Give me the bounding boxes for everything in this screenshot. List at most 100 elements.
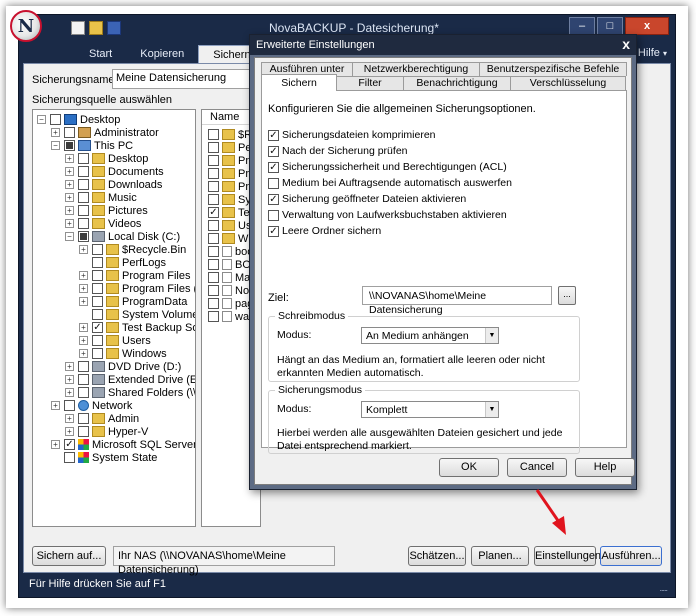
tree-checkbox[interactable] (78, 413, 89, 424)
option-row[interactable]: ✓ Nach der Sicherung prüfen (268, 145, 408, 157)
expand-icon[interactable]: + (65, 388, 74, 397)
tree-checkbox[interactable] (78, 361, 89, 372)
option-checkbox[interactable]: ✓ (268, 145, 279, 157)
list-checkbox[interactable]: ✓ (208, 207, 219, 218)
collapse-icon[interactable]: − (37, 115, 46, 124)
expand-icon[interactable]: + (65, 375, 74, 384)
tree-item[interactable]: + Documents (65, 165, 164, 178)
expand-icon[interactable]: + (79, 271, 88, 280)
list-checkbox[interactable] (208, 194, 219, 205)
backup-mode-select[interactable]: Komplett ▼ (361, 401, 499, 418)
tree-item[interactable]: + Network (51, 399, 132, 412)
new-file-icon[interactable] (71, 21, 85, 35)
tree-item[interactable]: + ✓ Microsoft SQL Server (51, 438, 195, 451)
expand-icon[interactable]: + (79, 284, 88, 293)
option-checkbox[interactable] (268, 209, 279, 221)
list-checkbox[interactable] (208, 311, 219, 322)
tree-item[interactable]: + Program Files ( (79, 282, 195, 295)
tree-item[interactable]: + Extended Drive (E (65, 373, 195, 386)
tree-checkbox[interactable] (78, 205, 89, 216)
dropdown-arrow-icon[interactable]: ▼ (485, 328, 498, 343)
tab-kopieren[interactable]: Kopieren (126, 45, 198, 63)
list-checkbox[interactable] (208, 142, 219, 153)
source-tree[interactable]: − Desktop + Administrator − This PC + Desktop + D… (32, 109, 196, 527)
tree-item[interactable]: + Videos (65, 217, 141, 230)
tree-checkbox[interactable] (78, 179, 89, 190)
list-checkbox[interactable] (208, 220, 219, 231)
tree-checkbox[interactable] (64, 140, 75, 151)
tree-checkbox[interactable] (64, 452, 75, 463)
tree-checkbox[interactable] (92, 257, 103, 268)
schedule-button[interactable]: Planen... (471, 546, 529, 566)
tree-item[interactable]: + Windows (79, 347, 167, 360)
tree-item[interactable]: + Users (79, 334, 151, 347)
tree-item[interactable]: − Desktop (37, 113, 120, 126)
option-checkbox[interactable]: ✓ (268, 161, 279, 173)
tree-checkbox[interactable] (78, 231, 89, 242)
tree-item[interactable]: + Program Files (79, 269, 190, 282)
expand-icon[interactable]: + (65, 414, 74, 423)
tab-notification[interactable]: Benachrichtigung (403, 76, 511, 90)
option-row[interactable]: ✓ Sicherungssicherheit und Berechtigungen… (268, 161, 507, 173)
estimate-button[interactable]: Schätzen... (408, 546, 466, 566)
option-row[interactable]: ✓ Leere Ordner sichern (268, 225, 381, 237)
settings-button[interactable]: Einstellungen (534, 546, 601, 566)
expand-icon[interactable]: + (65, 167, 74, 176)
tree-checkbox[interactable] (78, 218, 89, 229)
tree-item[interactable]: + Music (65, 191, 137, 204)
tab-network-permission[interactable]: Netzwerkberechtigung (352, 62, 480, 76)
tab-filter[interactable]: Filter (336, 76, 404, 90)
tree-item[interactable]: + Shared Folders (\\ (65, 386, 195, 399)
tree-item[interactable]: + Admin (65, 412, 139, 425)
tree-item[interactable]: + $Recycle.Bin (79, 243, 186, 256)
tree-item[interactable]: + Administrator (51, 126, 159, 139)
dropdown-arrow-icon[interactable]: ▼ (485, 402, 498, 417)
expand-icon[interactable]: + (79, 323, 88, 332)
list-checkbox[interactable] (208, 233, 219, 244)
option-checkbox[interactable] (268, 177, 279, 189)
option-row[interactable]: Medium bei Auftragsende automatisch ausw… (268, 177, 512, 189)
tab-encryption[interactable]: Verschlüsselung (510, 76, 626, 90)
list-checkbox[interactable] (208, 168, 219, 179)
write-mode-select[interactable]: An Medium anhängen ▼ (361, 327, 499, 344)
tab-backup[interactable]: Sichern (261, 74, 337, 91)
list-checkbox[interactable] (208, 181, 219, 192)
tree-item[interactable]: + ✓ Test Backup So (79, 321, 195, 334)
tree-checkbox[interactable]: ✓ (92, 322, 103, 333)
tree-checkbox[interactable] (64, 127, 75, 138)
tree-item[interactable]: − Local Disk (C:) (65, 230, 180, 243)
dialog-close-icon[interactable]: x (622, 36, 630, 52)
tree-item[interactable]: − This PC (51, 139, 133, 152)
expand-icon[interactable]: + (79, 336, 88, 345)
tree-checkbox[interactable] (78, 426, 89, 437)
tree-checkbox[interactable] (92, 296, 103, 307)
option-checkbox[interactable]: ✓ (268, 193, 279, 205)
expand-icon[interactable]: + (79, 349, 88, 358)
close-button[interactable]: x (625, 17, 669, 35)
save-icon[interactable] (107, 21, 121, 35)
tree-checkbox[interactable] (92, 335, 103, 346)
list-checkbox[interactable] (208, 259, 219, 270)
help-menu[interactable]: Hilfe ▾ (638, 47, 667, 59)
expand-icon[interactable]: + (65, 180, 74, 189)
app-logo[interactable]: N (10, 10, 42, 42)
target-input[interactable]: \\NOVANAS\home\Meine Datensicherung (362, 286, 552, 316)
list-checkbox[interactable] (208, 246, 219, 257)
browse-button[interactable]: ... (558, 286, 576, 305)
tree-item[interactable]: + Hyper-V (65, 425, 148, 438)
expand-icon[interactable]: + (65, 193, 74, 202)
tree-checkbox[interactable] (92, 309, 103, 320)
collapse-icon[interactable]: − (51, 141, 60, 150)
cancel-button[interactable]: Cancel (507, 458, 567, 477)
option-row[interactable]: Verwaltung von Laufwerksbuchstaben aktiv… (268, 209, 507, 221)
save-to-button[interactable]: Sichern auf... (32, 546, 106, 566)
expand-icon[interactable]: + (65, 206, 74, 215)
minimize-button[interactable]: – (569, 17, 595, 35)
resize-grip-icon[interactable]: ..... (659, 583, 667, 593)
option-row[interactable]: ✓ Sicherungsdateien komprimieren (268, 129, 436, 141)
expand-icon[interactable]: + (51, 128, 60, 137)
tab-start[interactable]: Start (75, 45, 126, 63)
tree-checkbox[interactable]: ✓ (64, 439, 75, 450)
tree-checkbox[interactable] (78, 153, 89, 164)
option-row[interactable]: ✓ Sicherung geöffneter Dateien aktivieren (268, 193, 466, 205)
